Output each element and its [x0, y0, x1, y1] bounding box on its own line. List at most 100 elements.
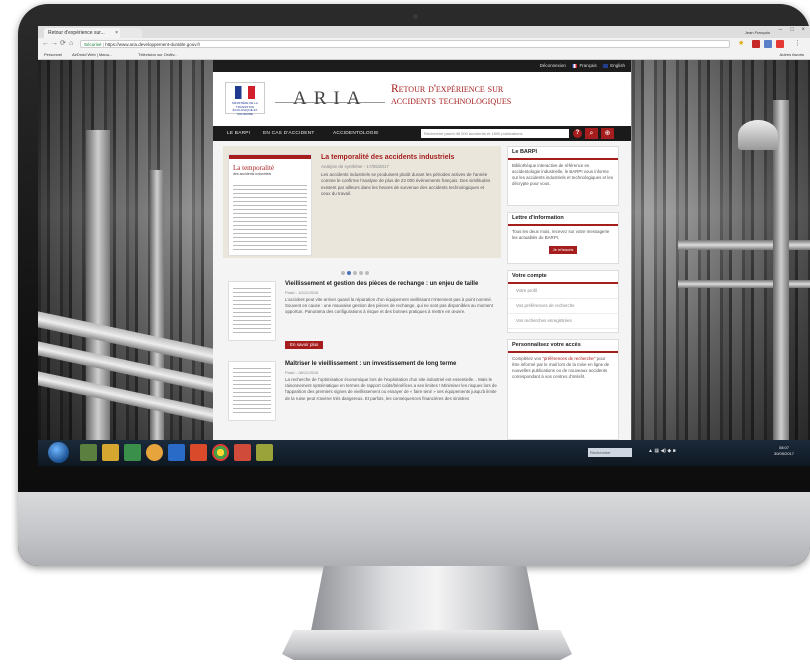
taskbar-app-icon[interactable] [124, 444, 141, 461]
tray-icon[interactable]: ◆ [667, 448, 671, 454]
sidebar-account: Votre compte Votre profil Vos préférence… [507, 270, 619, 333]
bookmark-item[interactable]: Télévision sur Orditv... [138, 50, 178, 59]
url-field[interactable]: Sécurisé | https://www.aria.developpemen… [80, 40, 730, 48]
carousel-title[interactable]: La temporalité des accidents industriels [321, 154, 454, 161]
read-more-button[interactable]: En savoir plus [285, 341, 324, 349]
advanced-search-button[interactable]: ⊕ [601, 128, 614, 139]
maximize-icon[interactable]: □ [790, 27, 794, 33]
site-header: MINISTÈRE DE LA TRANSITION ÉCOLOGIQUE ET… [213, 72, 631, 126]
aria-logo[interactable]: ARIA [293, 88, 367, 110]
url-text: https://www.aria.developpement-durable.g… [105, 42, 201, 47]
minimize-icon[interactable]: – [779, 27, 782, 33]
bookmark-item[interactable]: Personnel [44, 50, 62, 59]
uk-flag-icon [602, 64, 608, 68]
thumbnail-title: La temporalité [233, 164, 275, 172]
extension-icon[interactable] [764, 40, 772, 48]
browser-user[interactable]: Jean François [745, 28, 770, 37]
thumbnail-text-lines [233, 288, 271, 336]
subscribe-button[interactable]: Je m'inscris [549, 246, 577, 254]
taskbar-app-icon[interactable] [256, 444, 273, 461]
thumbnail-subtitle: des accidents industriels [233, 172, 272, 176]
article-thumbnail[interactable] [228, 281, 276, 341]
site-title: Retour d'expérience sur accidents techno… [391, 83, 621, 107]
carousel-dot[interactable] [359, 271, 363, 275]
account-link-saved-searches[interactable]: Vos recherches enregistrées [508, 314, 618, 329]
sidebar-text: Bibliothèque interactive de référence en… [512, 163, 614, 186]
magnifier-icon: ⌕ [589, 130, 594, 137]
nav-accidentologie[interactable]: ACCIDENTOLOGIE [333, 126, 379, 141]
tray-icon[interactable]: ■ [673, 448, 676, 454]
carousel-text: Les accidents industriels se produisent … [321, 172, 491, 196]
article-thumbnail[interactable] [228, 361, 276, 421]
featured-carousel[interactable]: La temporalité des accidents industriels… [223, 146, 501, 258]
monitor-screen: Retour d'expérience sur... × Jean Franço… [38, 26, 810, 466]
carousel-dot-active[interactable] [347, 271, 351, 275]
thumbnail-text-lines [233, 368, 271, 416]
webcam [413, 14, 418, 19]
horizontal-pipe [678, 280, 810, 288]
browser-tab-active[interactable]: Retour d'expérience sur... × [44, 28, 122, 38]
nav-le-barpi[interactable]: LE BARPI [227, 126, 250, 141]
forward-icon[interactable]: → [51, 39, 58, 49]
account-link-preferences[interactable]: Vos préférences de recherche [508, 299, 618, 314]
monitor-stand-base [282, 630, 572, 660]
reload-icon[interactable]: ⟳ [60, 39, 66, 49]
taskbar-app-icon[interactable] [234, 444, 251, 461]
system-tray: ▲ ▦ ◀) ◆ ■ [648, 448, 676, 454]
bookmarks-bar: Personnel AirDroid Web | Manu... Télévis… [38, 50, 810, 60]
home-icon[interactable]: ⌂ [69, 39, 73, 49]
language-switcher: Déconnexion Français English [540, 60, 625, 72]
extension-icon[interactable] [752, 40, 760, 48]
sidebar-heading: Personnalisez votre accès [508, 340, 618, 353]
back-icon[interactable]: ← [42, 39, 49, 49]
logout-link[interactable]: Déconnexion [540, 63, 566, 68]
search-button[interactable]: ⌕ [585, 128, 598, 139]
bookmark-star-icon[interactable]: ★ [738, 39, 744, 49]
sidebar-text: Tous les deux mois, recevez sur votre me… [512, 229, 610, 240]
folder-icon[interactable] [102, 444, 119, 461]
preferences-link[interactable]: "préférences de recherche" [542, 356, 595, 361]
carousel-dot[interactable] [341, 271, 345, 275]
taskbar-app-icon[interactable] [190, 444, 207, 461]
lang-french-link[interactable]: Français [579, 63, 596, 68]
menu-icon[interactable]: ⋮ [794, 39, 801, 49]
sidebar-newsletter: Lettre d'information Tous les deux mois,… [507, 212, 619, 264]
taskbar-app-icon[interactable] [168, 444, 185, 461]
new-tab-button[interactable] [120, 28, 142, 38]
bookmark-item[interactable]: AirDroid Web | Manu... [72, 50, 112, 59]
search-input[interactable]: Recherche parmi 48 000 accidents et 1800… [421, 129, 569, 138]
start-button[interactable] [48, 442, 69, 463]
republique-francaise-logo[interactable]: MINISTÈRE DE LA TRANSITION ÉCOLOGIQUE ET… [225, 82, 265, 116]
aria-website: Déconnexion Français English MINISTÈRE D… [213, 60, 631, 440]
tray-icon[interactable]: ▲ [648, 448, 653, 454]
sidebar-heading: Votre compte [508, 271, 618, 284]
firefox-icon[interactable] [146, 444, 163, 461]
lamp-post [773, 100, 789, 440]
close-window-icon[interactable]: × [801, 27, 805, 33]
nav-en-cas-d-accident[interactable]: EN CAS D'ACCIDENT [263, 126, 315, 141]
article-text: La recherche de l'optimisation économiqu… [285, 377, 497, 401]
account-link-profile[interactable]: Votre profil [508, 284, 618, 299]
carousel-thumbnail[interactable]: La temporalité des accidents industriels [228, 154, 312, 256]
taskbar-clock[interactable]: 08:07 30/05/2017 [764, 445, 804, 457]
marianne-flag-icon [235, 86, 255, 99]
chrome-icon[interactable] [212, 444, 229, 461]
monitor-chin [18, 492, 810, 566]
sidebar-barpi: Le BARPI Bibliothèque interactive de réf… [507, 146, 619, 206]
extension-icon[interactable] [776, 40, 784, 48]
taskbar-search[interactable]: Rechercher [588, 448, 632, 457]
taskbar-app-icon[interactable] [80, 444, 97, 461]
horizontal-pipe [678, 240, 810, 250]
volume-icon[interactable]: ◀) [660, 448, 666, 454]
carousel-dot[interactable] [353, 271, 357, 275]
help-button[interactable]: ? [573, 129, 582, 138]
tab-close-icon[interactable]: × [115, 28, 118, 38]
network-icon[interactable]: ▦ [654, 448, 659, 454]
carousel-dot[interactable] [365, 271, 369, 275]
floodlight [738, 120, 778, 150]
other-bookmarks[interactable]: Autres favoris [780, 50, 804, 59]
lang-english-link[interactable]: English [610, 63, 625, 68]
ministry-name: MINISTÈRE DE LA TRANSITION ÉCOLOGIQUE ET… [232, 101, 258, 116]
article-title[interactable]: Maîtriser le vieillissement : un investi… [285, 361, 456, 367]
article-title[interactable]: Vieillissement et gestion des pièces de … [285, 281, 478, 287]
